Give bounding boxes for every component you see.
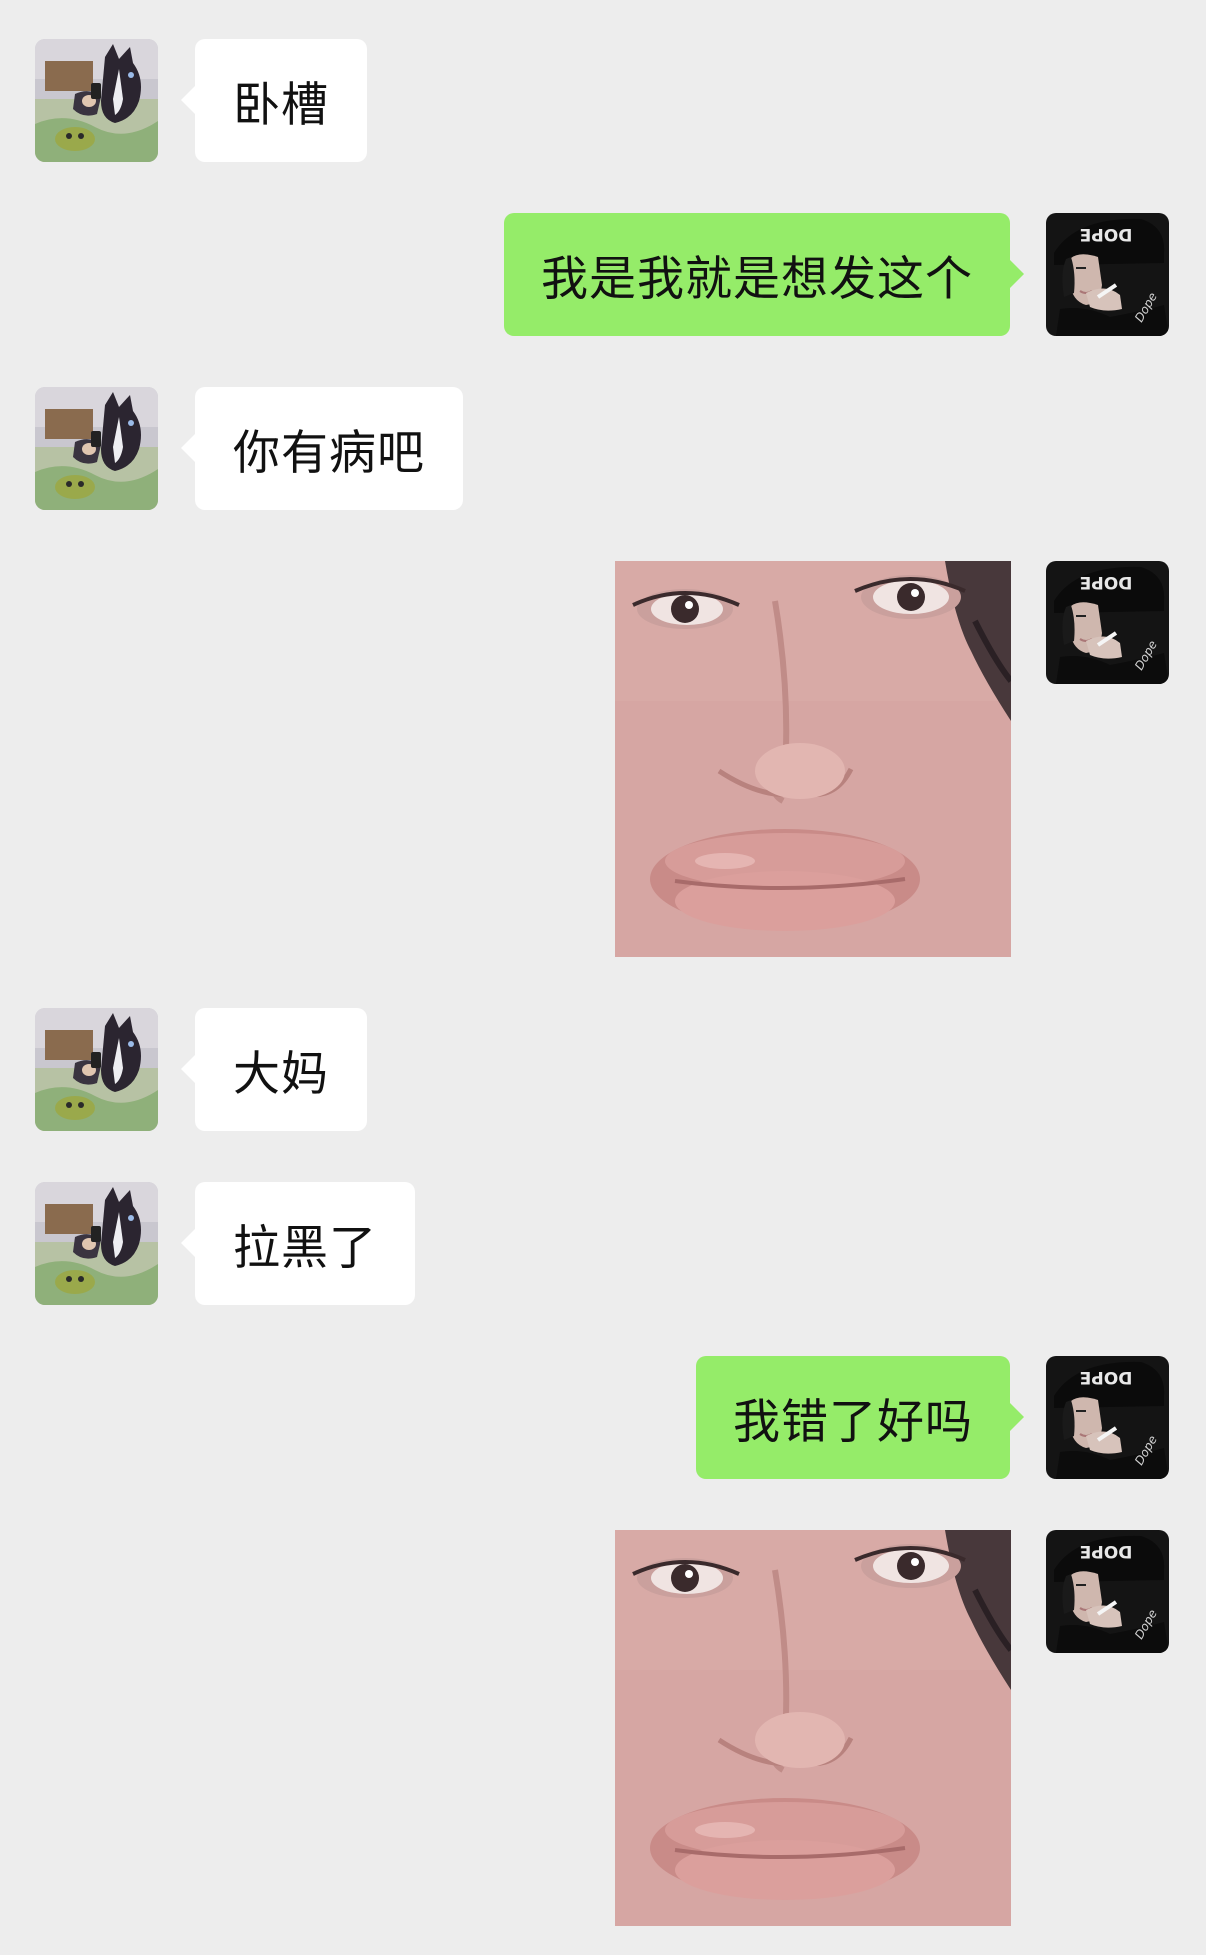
message-text: 大妈 <box>233 1047 329 1102</box>
contact-avatar[interactable] <box>35 1008 158 1131</box>
self-avatar[interactable] <box>1046 213 1169 336</box>
message-text: 我是我就是想发这个 <box>541 252 973 307</box>
face-closeup-sticker-image <box>615 1530 1011 1926</box>
dope-cap-avatar-image <box>1046 561 1169 684</box>
dope-cap-avatar-image <box>1046 213 1169 336</box>
image-message-sticker[interactable] <box>615 561 1011 957</box>
message-text: 我错了好吗 <box>733 1395 973 1450</box>
horse-mask-avatar-image <box>35 39 158 162</box>
horse-mask-avatar-image <box>35 1182 158 1305</box>
contact-avatar[interactable] <box>35 1182 158 1305</box>
horse-mask-avatar-image <box>35 387 158 510</box>
chat-conversation: 卧槽 我是我就是想发这个 你有病吧 大妈 拉黑了 我错了好吗 <box>0 0 1206 1955</box>
incoming-message-bubble[interactable]: 拉黑了 <box>181 1182 415 1305</box>
dope-cap-avatar-image <box>1046 1530 1169 1653</box>
message-text: 拉黑了 <box>233 1221 377 1276</box>
self-avatar[interactable] <box>1046 1530 1169 1653</box>
face-closeup-sticker-image <box>615 561 1011 957</box>
self-avatar[interactable] <box>1046 1356 1169 1479</box>
horse-mask-avatar-image <box>35 1008 158 1131</box>
self-avatar[interactable] <box>1046 561 1169 684</box>
incoming-message-bubble[interactable]: 大妈 <box>181 1008 367 1131</box>
incoming-message-bubble[interactable]: 卧槽 <box>181 39 367 162</box>
contact-avatar[interactable] <box>35 39 158 162</box>
outgoing-message-bubble[interactable]: 我是我就是想发这个 <box>504 213 1024 336</box>
incoming-message-bubble[interactable]: 你有病吧 <box>181 387 463 510</box>
message-text: 卧槽 <box>233 78 329 133</box>
image-message-sticker[interactable] <box>615 1530 1011 1926</box>
message-text: 你有病吧 <box>233 426 425 481</box>
dope-cap-avatar-image <box>1046 1356 1169 1479</box>
outgoing-message-bubble[interactable]: 我错了好吗 <box>696 1356 1024 1479</box>
contact-avatar[interactable] <box>35 387 158 510</box>
